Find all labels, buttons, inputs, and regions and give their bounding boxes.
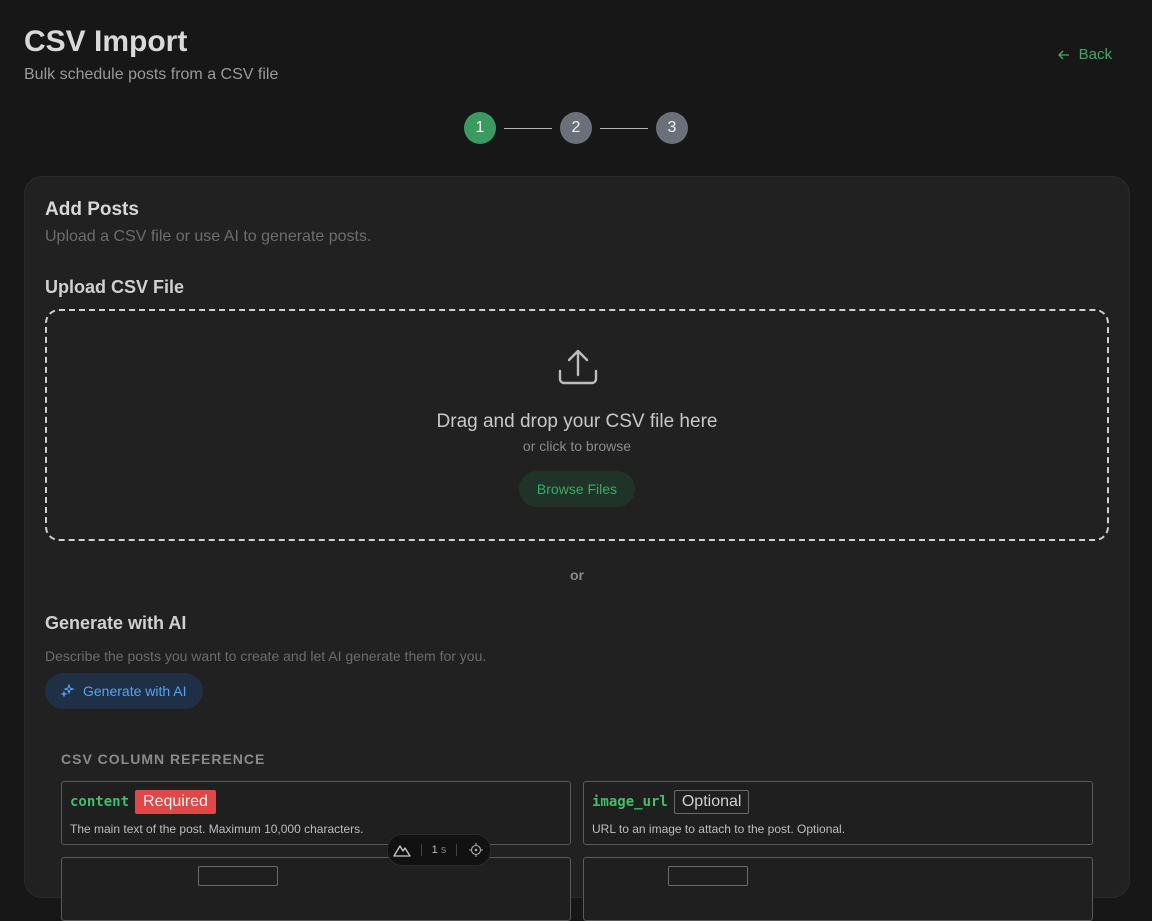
column-reference-item: image_url Optional URL to an image to at… xyxy=(583,781,1093,845)
generate-with-ai-label: Generate with AI xyxy=(83,683,187,699)
column-reference-title: CSV COLUMN REFERENCE xyxy=(61,751,266,767)
csv-dropzone[interactable]: Drag and drop your CSV file here or clic… xyxy=(45,309,1109,541)
step-2: 2 xyxy=(560,112,592,144)
back-link[interactable]: Back xyxy=(1057,46,1112,63)
column-name: image_url xyxy=(592,794,668,810)
page-subtitle: Bulk schedule posts from a CSV file xyxy=(24,66,279,83)
add-posts-card: Add Posts Upload a CSV file or use AI to… xyxy=(24,176,1130,921)
column-description: The main text of the post. Maximum 10,00… xyxy=(70,822,364,836)
upload-section-title: Upload CSV File xyxy=(45,277,185,297)
column-reference-item: content Required The main text of the po… xyxy=(61,781,571,845)
card-description: Upload a CSV file or use AI to generate … xyxy=(45,228,372,245)
page-header: CSV Import Bulk schedule posts from a CS… xyxy=(24,24,278,84)
browse-files-button[interactable]: Browse Files xyxy=(519,471,635,507)
step-connector xyxy=(600,127,648,129)
card-title: Add Posts xyxy=(45,199,139,220)
column-badge xyxy=(198,866,278,886)
column-description: URL to an image to attach to the post. O… xyxy=(592,822,846,836)
step-3: 3 xyxy=(656,112,688,144)
step-1: 1 xyxy=(464,112,496,144)
nuxt-logo-icon[interactable] xyxy=(393,843,411,857)
generate-with-ai-button[interactable]: Generate with AI xyxy=(45,673,203,709)
back-label: Back xyxy=(1078,46,1112,63)
step-connector xyxy=(504,127,552,129)
column-name: content xyxy=(70,794,130,810)
toolbar-divider xyxy=(420,844,422,856)
optional-badge: Optional xyxy=(673,790,750,814)
crosshair-icon[interactable] xyxy=(467,843,485,857)
page-title: CSV Import xyxy=(24,25,188,58)
ai-section-description: Describe the posts you want to create an… xyxy=(45,648,487,664)
column-reference-item xyxy=(583,857,1093,921)
render-time-unit: s xyxy=(440,844,447,856)
sparkles-icon xyxy=(61,684,75,698)
ai-section-title: Generate with AI xyxy=(45,613,187,633)
render-time-value: 1 xyxy=(431,844,438,856)
arrow-left-icon xyxy=(1057,50,1069,59)
dropzone-subtitle: or click to browse xyxy=(522,438,632,454)
column-reference-item xyxy=(61,857,571,921)
dev-toolbar[interactable]: 1 s xyxy=(387,834,491,866)
upload-icon xyxy=(558,349,598,385)
dropzone-title: Drag and drop your CSV file here xyxy=(436,411,718,432)
stepper: 1 2 3 xyxy=(464,112,688,144)
or-divider: or xyxy=(570,567,584,583)
required-badge: Required xyxy=(135,790,216,814)
toolbar-divider xyxy=(456,844,458,856)
render-time: 1 s xyxy=(432,844,447,856)
column-badge xyxy=(668,866,748,886)
